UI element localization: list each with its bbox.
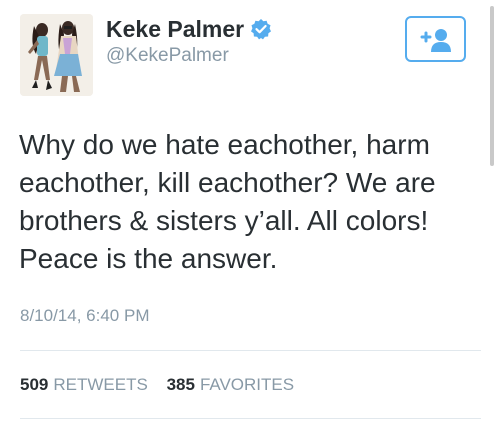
tweet-text-line: Why do we hate eachother, harm: [19, 129, 430, 160]
tweet-card: Keke Palmer @KekePalmer Why do we hate e…: [0, 0, 500, 423]
add-user-icon: [420, 29, 451, 52]
avatar-image: [20, 14, 93, 96]
display-name-text: Keke Palmer: [106, 16, 245, 42]
tweet-text-line: brothers & sisters y’all. All colors!: [19, 205, 429, 236]
favorites-stat[interactable]: 385 FAVORITES: [167, 374, 295, 396]
tweet-timestamp[interactable]: 8/10/14, 6:40 PM: [20, 305, 149, 327]
user-handle[interactable]: @KekePalmer: [106, 44, 229, 68]
divider: [20, 350, 481, 351]
avatar[interactable]: [20, 14, 93, 96]
tweet-text-line: eachother, kill eachother? We are: [19, 167, 436, 198]
retweets-count: 509: [20, 375, 49, 394]
tweet-text-line: Peace is the answer.: [19, 243, 278, 274]
retweets-label: RETWEETS: [53, 375, 148, 394]
favorites-label: FAVORITES: [199, 375, 295, 394]
scrollbar[interactable]: [490, 6, 494, 166]
retweets-stat[interactable]: 509 RETWEETS: [20, 374, 148, 396]
tweet-stats: 509 RETWEETS 385 FAVORITES: [20, 374, 308, 396]
tweet-text: Why do we hate eachother, harm eachother…: [19, 126, 487, 278]
follow-button[interactable]: [405, 16, 466, 62]
display-name[interactable]: Keke Palmer: [106, 15, 272, 43]
verified-badge-icon: [250, 18, 272, 40]
favorites-count: 385: [166, 375, 195, 394]
divider: [20, 418, 481, 419]
